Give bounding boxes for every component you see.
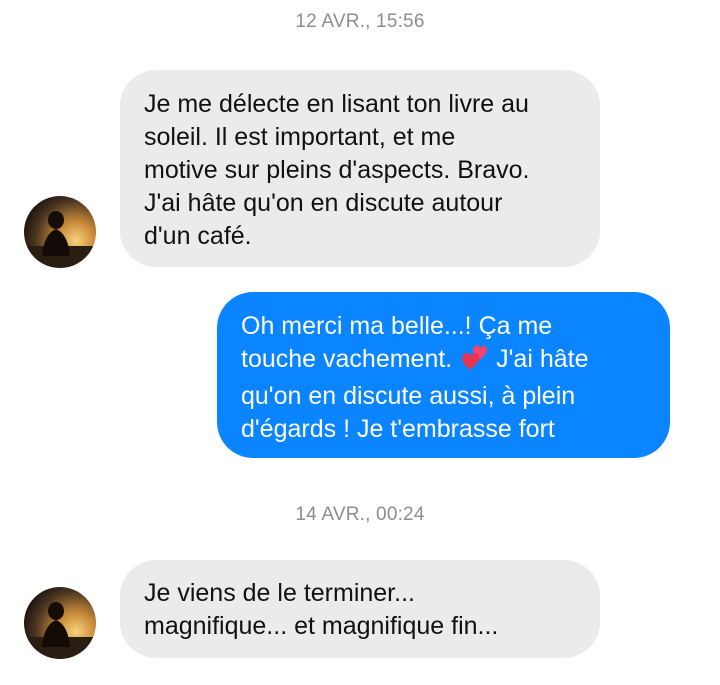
contact-avatar[interactable] bbox=[24, 587, 96, 659]
message-timestamp: 14 AVR., 00:24 bbox=[295, 504, 425, 525]
avatar-photo-icon bbox=[24, 196, 96, 268]
sent-message-bubble[interactable]: Oh merci ma belle...! Ça me touche vache… bbox=[217, 292, 670, 458]
received-message-bubble[interactable]: Je me délecte en lisant ton livre au sol… bbox=[120, 70, 600, 267]
received-message-bubble[interactable]: Je viens de le terminer... magnifique...… bbox=[120, 560, 600, 658]
contact-avatar[interactable] bbox=[24, 196, 96, 268]
avatar-photo-icon bbox=[24, 587, 96, 659]
message-timestamp: 12 AVR., 15:56 bbox=[295, 11, 425, 32]
two-hearts-icon bbox=[459, 343, 489, 380]
